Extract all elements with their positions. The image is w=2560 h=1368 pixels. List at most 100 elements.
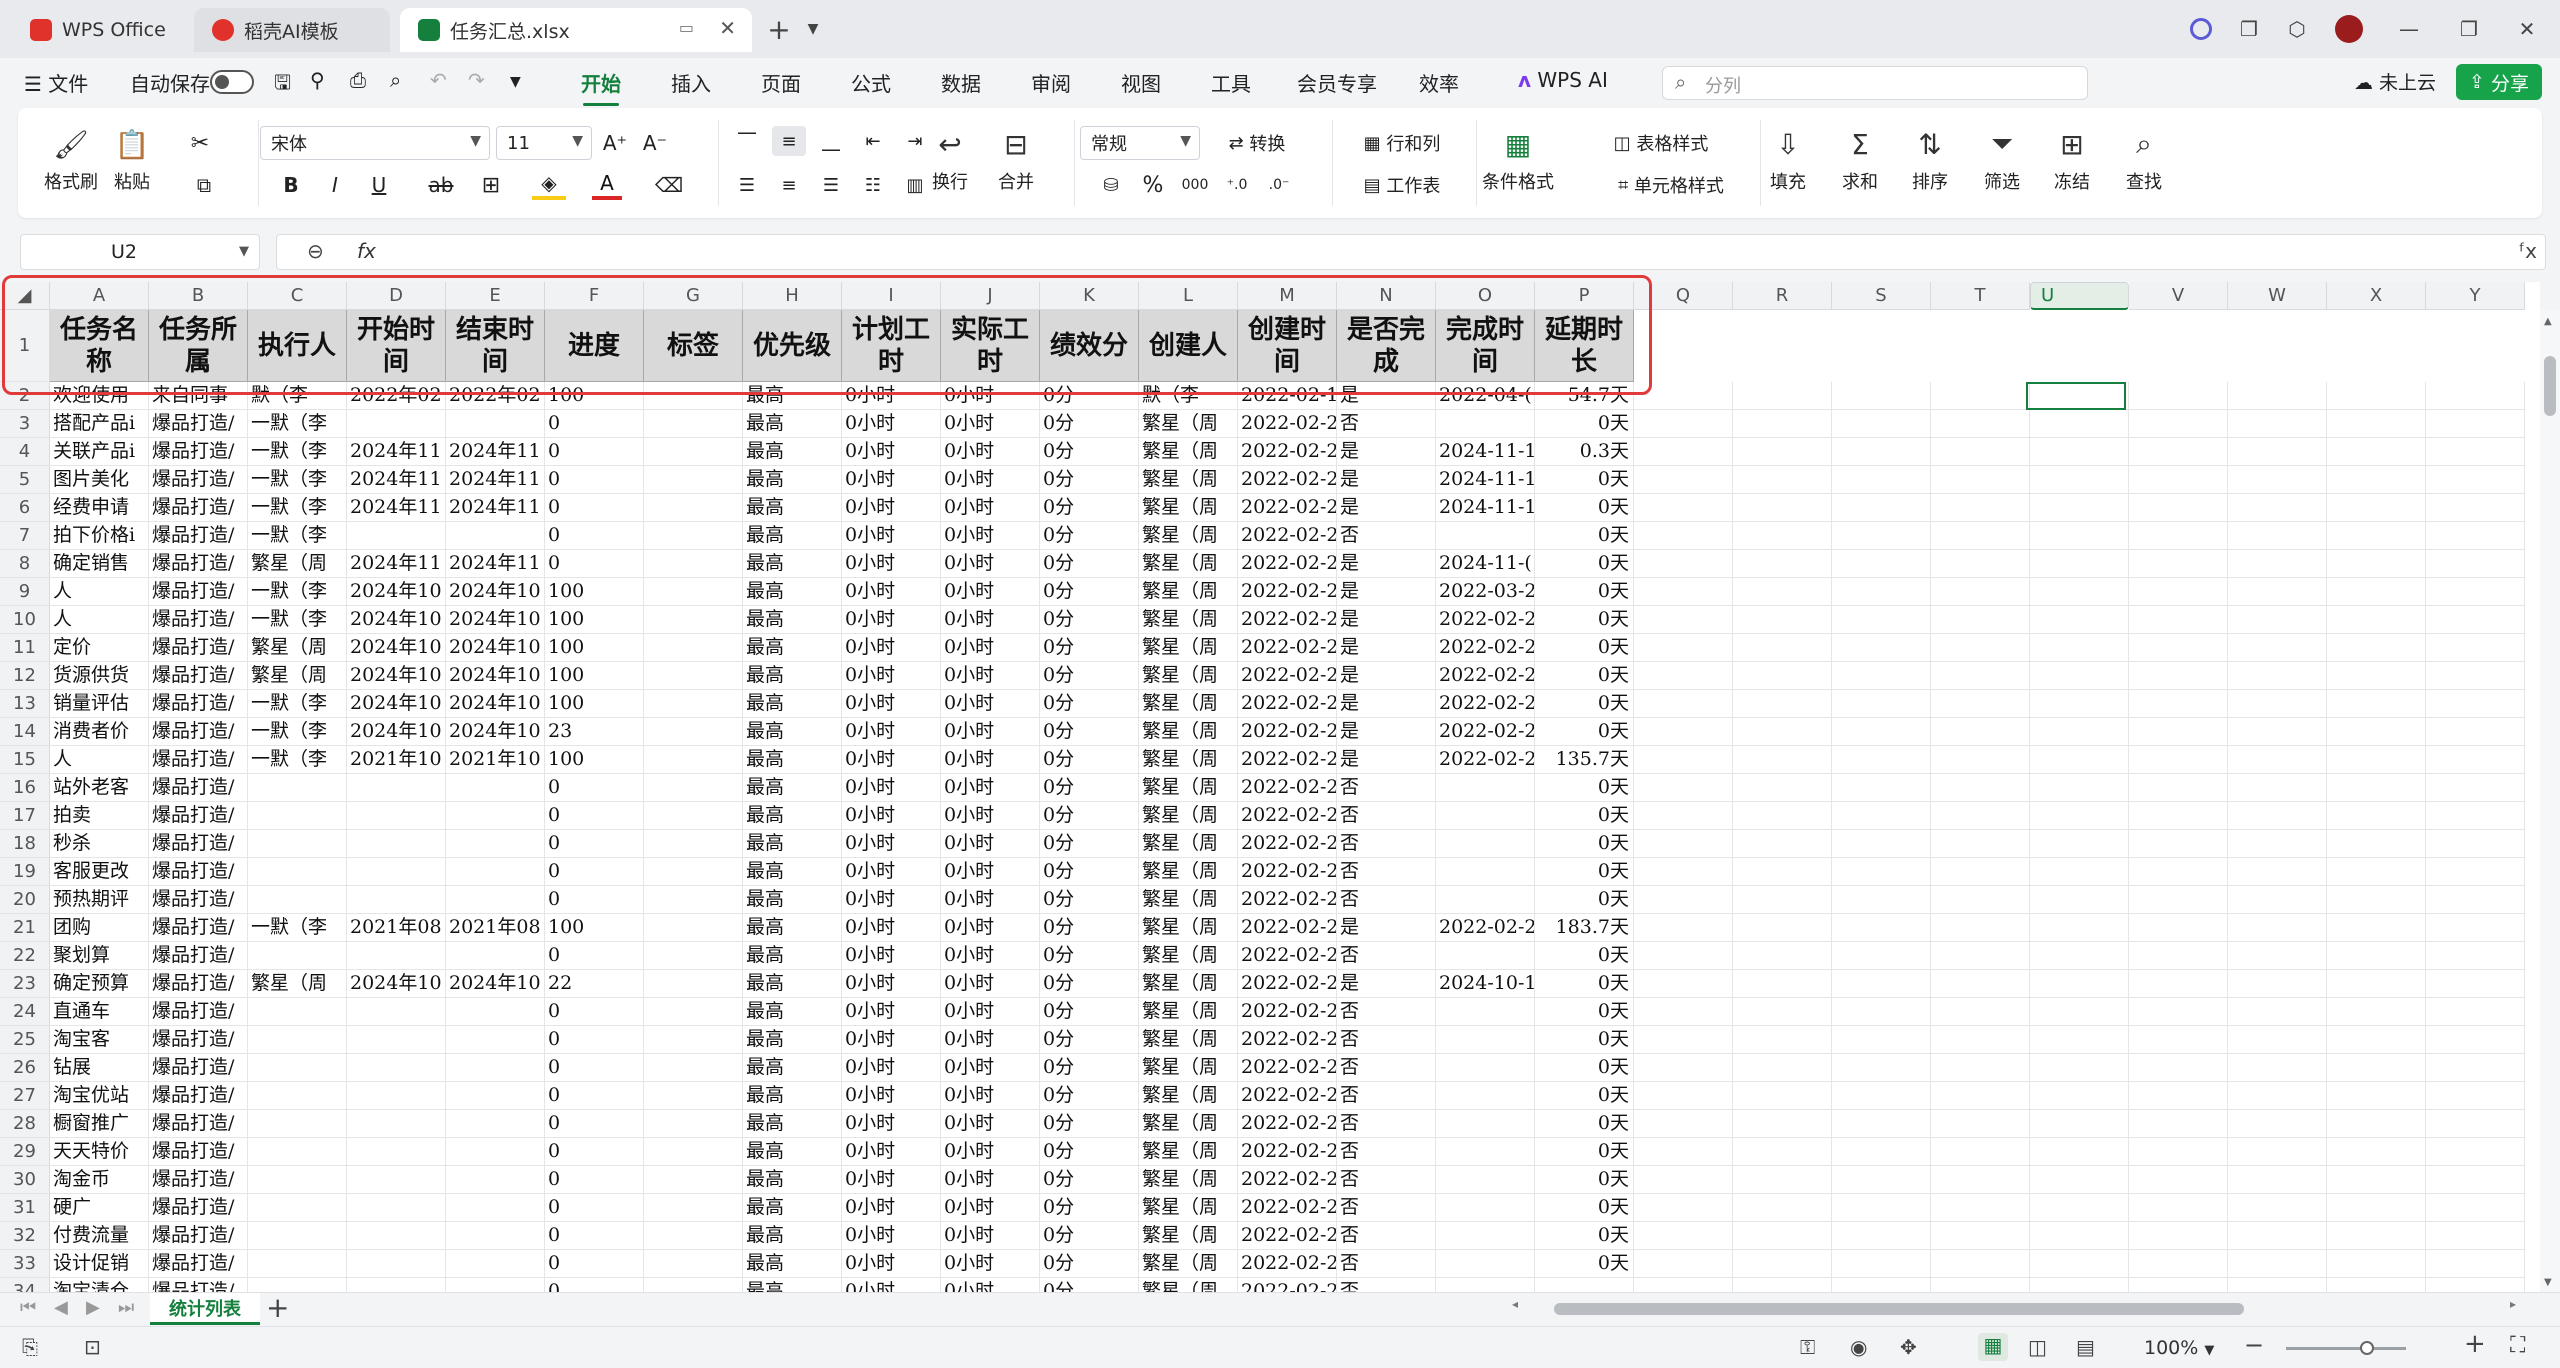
menu-item-review[interactable]: 审阅 bbox=[1031, 68, 1071, 97]
table-cell[interactable] bbox=[1733, 578, 1832, 606]
table-cell[interactable] bbox=[347, 1166, 446, 1194]
table-cell[interactable] bbox=[2228, 1250, 2327, 1278]
table-cell[interactable] bbox=[1733, 774, 1832, 802]
table-cell[interactable]: 0天 bbox=[1535, 1110, 1634, 1138]
table-cell[interactable] bbox=[1733, 1054, 1832, 1082]
table-cell[interactable]: 爆品打造/ bbox=[149, 634, 248, 662]
table-cell[interactable] bbox=[644, 774, 743, 802]
table-cell[interactable]: 0小时 bbox=[941, 802, 1040, 830]
table-cell[interactable] bbox=[1832, 606, 1931, 634]
table-cell[interactable]: 0天 bbox=[1535, 858, 1634, 886]
merge-cells-button[interactable]: ⊟ 合并 bbox=[998, 126, 1034, 194]
table-cell[interactable]: 最高 bbox=[743, 858, 842, 886]
table-cell[interactable]: 爆品打造/ bbox=[149, 1222, 248, 1250]
table-cell[interactable] bbox=[1634, 1278, 1733, 1292]
table-cell[interactable]: 爆品打造/ bbox=[149, 746, 248, 774]
table-cell[interactable] bbox=[2426, 634, 2525, 662]
table-cell[interactable] bbox=[1931, 774, 2030, 802]
table-cell[interactable] bbox=[2426, 578, 2525, 606]
table-cell[interactable]: 0小时 bbox=[941, 914, 1040, 942]
table-cell[interactable]: 2022-02-2 bbox=[1238, 466, 1337, 494]
table-cell[interactable] bbox=[1436, 830, 1535, 858]
table-cell[interactable]: 2024年11 bbox=[347, 438, 446, 466]
row-header-13[interactable]: 13 bbox=[0, 690, 50, 718]
table-cell[interactable] bbox=[2228, 550, 2327, 578]
table-cell[interactable] bbox=[1634, 1166, 1733, 1194]
table-cell[interactable]: 0小时 bbox=[842, 802, 941, 830]
row-header-28[interactable]: 28 bbox=[0, 1110, 50, 1138]
table-cell[interactable] bbox=[644, 410, 743, 438]
table-cell[interactable] bbox=[644, 522, 743, 550]
table-cell[interactable] bbox=[644, 1026, 743, 1054]
table-cell[interactable] bbox=[2129, 606, 2228, 634]
eye-protection-icon[interactable]: ◉ bbox=[1850, 1335, 1867, 1359]
table-cell[interactable]: 繁星（周 bbox=[1139, 438, 1238, 466]
table-cell[interactable]: 0天 bbox=[1535, 494, 1634, 522]
table-cell[interactable]: 100 bbox=[545, 634, 644, 662]
table-cell[interactable] bbox=[1931, 690, 2030, 718]
table-cell[interactable] bbox=[446, 1026, 545, 1054]
table-cell[interactable]: 0小时 bbox=[842, 662, 941, 690]
table-cell[interactable] bbox=[2030, 830, 2129, 858]
table-cell[interactable] bbox=[248, 1082, 347, 1110]
table-cell[interactable]: 0分 bbox=[1040, 1138, 1139, 1166]
column-header-y[interactable]: Y bbox=[2426, 282, 2525, 310]
table-cell[interactable] bbox=[2228, 690, 2327, 718]
table-cell[interactable]: 是 bbox=[1337, 634, 1436, 662]
table-cell[interactable] bbox=[1634, 970, 1733, 998]
table-cell[interactable]: 0分 bbox=[1040, 746, 1139, 774]
table-cell[interactable]: 淘宝客 bbox=[50, 1026, 149, 1054]
table-cell[interactable]: 爆品打造/ bbox=[149, 1278, 248, 1292]
table-cell[interactable] bbox=[1931, 606, 2030, 634]
row-header-11[interactable]: 11 bbox=[0, 634, 50, 662]
conditional-format-button[interactable]: ▦ 条件格式 bbox=[1482, 126, 1554, 194]
table-cell[interactable]: 关联产品i bbox=[50, 438, 149, 466]
table-cell[interactable] bbox=[644, 718, 743, 746]
table-cell[interactable]: 0分 bbox=[1040, 1250, 1139, 1278]
table-cell[interactable] bbox=[644, 578, 743, 606]
table-cell[interactable]: 2024年10 bbox=[347, 718, 446, 746]
table-cell[interactable] bbox=[1832, 886, 1931, 914]
table-cell[interactable]: 否 bbox=[1337, 942, 1436, 970]
row-header-33[interactable]: 33 bbox=[0, 1250, 50, 1278]
table-cell[interactable] bbox=[2327, 1110, 2426, 1138]
table-cell[interactable]: 0小时 bbox=[842, 410, 941, 438]
row-header-27[interactable]: 27 bbox=[0, 1082, 50, 1110]
table-cell[interactable]: 繁星（周 bbox=[1139, 690, 1238, 718]
table-cell[interactable] bbox=[2426, 438, 2525, 466]
table-cell[interactable] bbox=[2327, 1278, 2426, 1292]
table-cell[interactable] bbox=[2228, 998, 2327, 1026]
table-cell[interactable] bbox=[1733, 382, 1832, 410]
table-cell[interactable] bbox=[2129, 858, 2228, 886]
table-cell[interactable]: 0天 bbox=[1535, 522, 1634, 550]
spreadsheet-grid[interactable]: ◢ ABCDEFGHIJKLMNOPQRSTUVWXY 1 任务名称任务所属执行… bbox=[0, 282, 2540, 1292]
crosshair-icon[interactable]: ✥ bbox=[1900, 1335, 1917, 1359]
table-cell[interactable] bbox=[2030, 690, 2129, 718]
convert-button[interactable]: ⇄ 转换 bbox=[1212, 128, 1302, 158]
table-cell[interactable] bbox=[446, 1222, 545, 1250]
table-cell[interactable] bbox=[2327, 802, 2426, 830]
table-cell[interactable] bbox=[2426, 774, 2525, 802]
table-cell[interactable]: 0天 bbox=[1535, 634, 1634, 662]
table-cell[interactable] bbox=[1733, 718, 1832, 746]
table-cell[interactable]: 经费申请 bbox=[50, 494, 149, 522]
tab-docer[interactable]: 稻壳AI模板 bbox=[194, 8, 390, 52]
table-cell[interactable]: 0 bbox=[545, 886, 644, 914]
table-cell[interactable]: 爆品打造/ bbox=[149, 914, 248, 942]
table-cell[interactable] bbox=[2129, 746, 2228, 774]
table-cell[interactable]: 拍下价格i bbox=[50, 522, 149, 550]
table-cell[interactable]: 0 bbox=[545, 774, 644, 802]
table-cell[interactable] bbox=[2327, 1026, 2426, 1054]
table-cell[interactable]: 0小时 bbox=[941, 1054, 1040, 1082]
table-cell[interactable]: 0天 bbox=[1535, 1194, 1634, 1222]
table-cell[interactable]: 最高 bbox=[743, 1082, 842, 1110]
table-cell[interactable]: 繁星（周 bbox=[1139, 606, 1238, 634]
table-cell[interactable]: 否 bbox=[1337, 1194, 1436, 1222]
table-cell[interactable]: 2022-02-2 bbox=[1238, 1110, 1337, 1138]
macro-record-icon[interactable]: ⎘ bbox=[22, 1335, 38, 1359]
wrap-text-button[interactable]: ↩ 换行 bbox=[932, 126, 968, 194]
table-cell[interactable] bbox=[1733, 494, 1832, 522]
table-cell[interactable]: 2022-02-2 bbox=[1238, 1138, 1337, 1166]
table-cell[interactable] bbox=[2228, 1138, 2327, 1166]
table-cell[interactable] bbox=[1634, 438, 1733, 466]
